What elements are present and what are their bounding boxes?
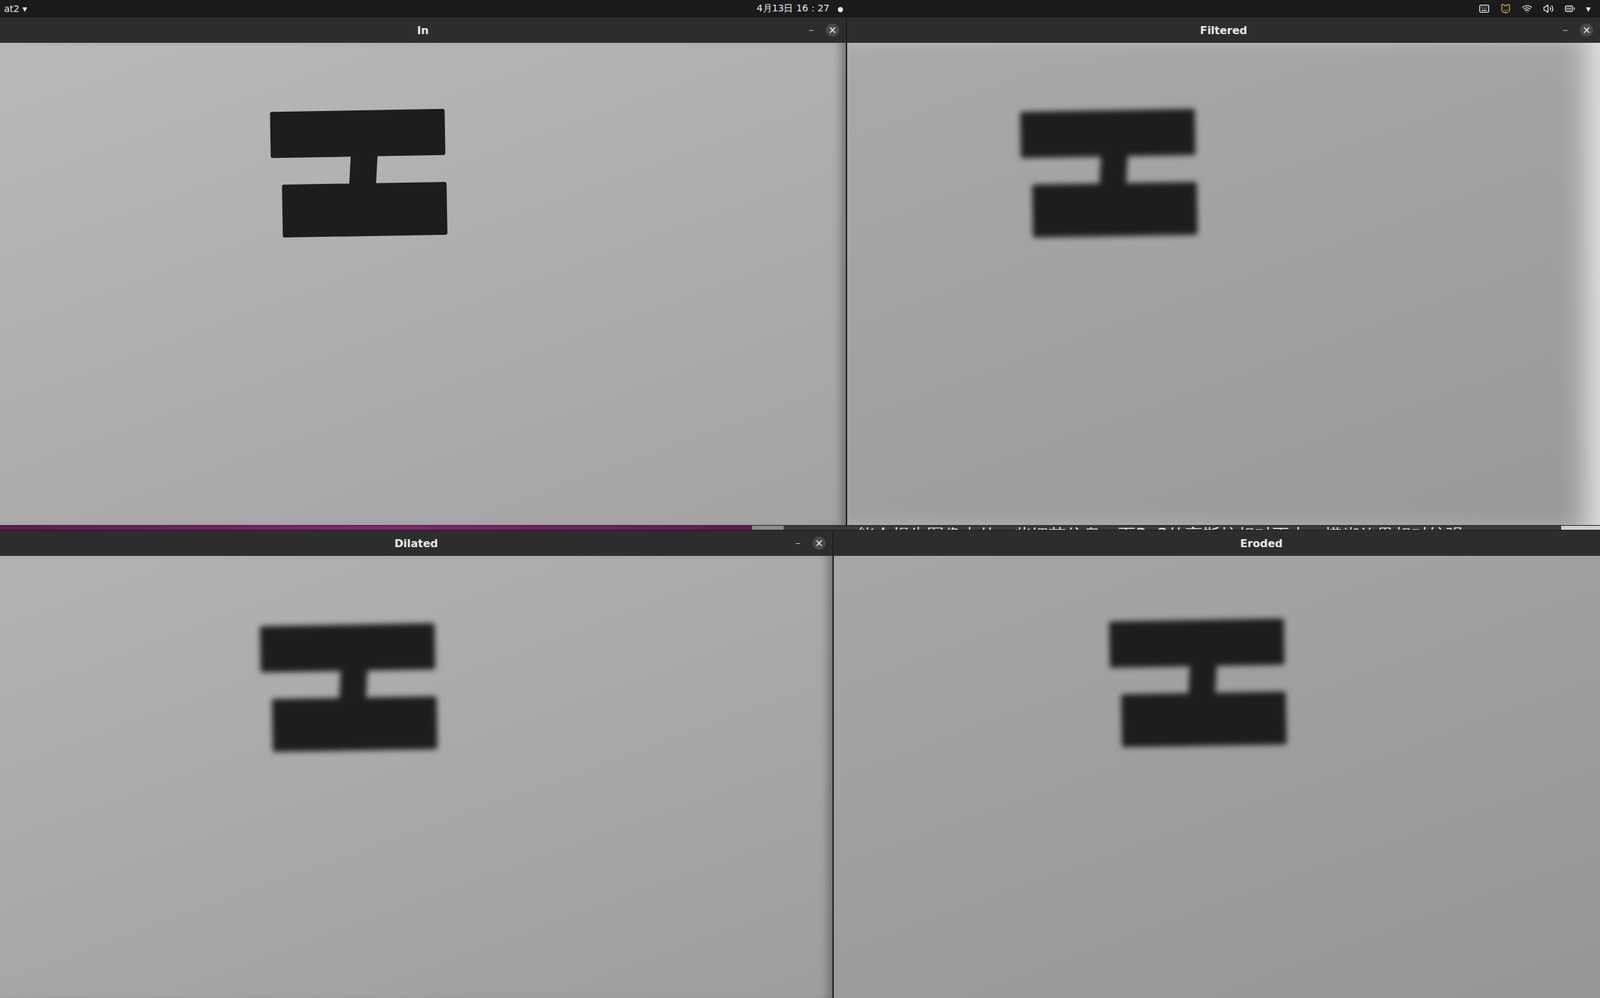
window-title: Dilated bbox=[394, 537, 439, 551]
shape-bottom-bar bbox=[271, 696, 437, 753]
notification-dot: ● bbox=[837, 5, 844, 13]
window-controls: –× bbox=[1247, 23, 1594, 37]
clock[interactable]: 4月13日 16：27 ● bbox=[756, 2, 844, 15]
minimize-button[interactable]: – bbox=[809, 25, 815, 36]
drawn-shape bbox=[0, 42, 846, 526]
system-menu-arrow[interactable]: ▾ bbox=[1585, 3, 1591, 15]
camera-image bbox=[0, 556, 833, 998]
minimize-button[interactable]: – bbox=[795, 538, 802, 549]
drawn-shape bbox=[833, 556, 1600, 998]
top-bar: at2 ▾4月13日 16：27 ● ▾ bbox=[0, 0, 1600, 18]
image-window[interactable]: Eroded bbox=[833, 530, 1600, 998]
cat-icon[interactable] bbox=[1500, 3, 1511, 15]
drawn-shape bbox=[847, 42, 1600, 526]
title-bar[interactable]: Dilated–× bbox=[0, 530, 833, 557]
background-text: 能会损失图像中的一些细节信息，而3x3的高斯核相对更大，模糊效果相对较强 bbox=[783, 525, 1562, 531]
keyboard-icon[interactable] bbox=[1478, 3, 1490, 15]
edge bbox=[1561, 525, 1600, 531]
window-title: Eroded bbox=[1239, 537, 1283, 551]
close-button[interactable]: × bbox=[825, 23, 840, 37]
title-bar[interactable]: In–× bbox=[0, 17, 846, 43]
shape-bottom-bar bbox=[1120, 691, 1287, 748]
camera-image bbox=[0, 42, 846, 526]
background-window: 能会损失图像中的一些细节信息，而3x3的高斯核相对更大，模糊效果相对较强 bbox=[0, 525, 1600, 531]
workspace: 能会损失图像中的一些细节信息，而3x3的高斯核相对更大，模糊效果相对较强In–×… bbox=[0, 17, 1600, 998]
close-button[interactable]: × bbox=[1579, 23, 1594, 37]
window-title: Filtered bbox=[1199, 24, 1248, 37]
volume-icon[interactable] bbox=[1543, 3, 1554, 15]
close-button[interactable]: × bbox=[812, 536, 826, 551]
window-controls: –× bbox=[428, 23, 840, 37]
camera-image bbox=[847, 42, 1600, 526]
title-bar[interactable]: Filtered–× bbox=[847, 17, 1600, 43]
window-controls: –× bbox=[438, 536, 827, 551]
system-tray[interactable]: ▾ bbox=[843, 3, 1596, 15]
shape-bottom-bar bbox=[1031, 182, 1198, 238]
window-title: In bbox=[416, 24, 429, 37]
battery-icon[interactable] bbox=[1564, 3, 1576, 15]
image-window[interactable]: Dilated–× bbox=[0, 530, 833, 998]
desktop: at2 ▾4月13日 16：27 ● ▾ 能会损失图像中的一些细节信息，而3x3的高斯… bbox=[0, 0, 1600, 998]
wifi-icon[interactable] bbox=[1521, 3, 1533, 15]
minimize-button[interactable]: – bbox=[1563, 25, 1569, 36]
app-menu[interactable]: at2 ▾ bbox=[4, 3, 757, 15]
purple-wallpaper bbox=[0, 525, 753, 531]
shape-bottom-bar bbox=[281, 182, 448, 238]
image-window[interactable]: In–× bbox=[0, 17, 846, 526]
camera-image bbox=[833, 556, 1600, 998]
gap bbox=[752, 525, 784, 531]
clock-text: 4月13日 16：27 bbox=[756, 2, 830, 15]
title-bar[interactable]: Eroded bbox=[833, 530, 1600, 557]
drawn-shape bbox=[0, 556, 833, 998]
image-window[interactable]: Filtered–× bbox=[847, 17, 1600, 526]
